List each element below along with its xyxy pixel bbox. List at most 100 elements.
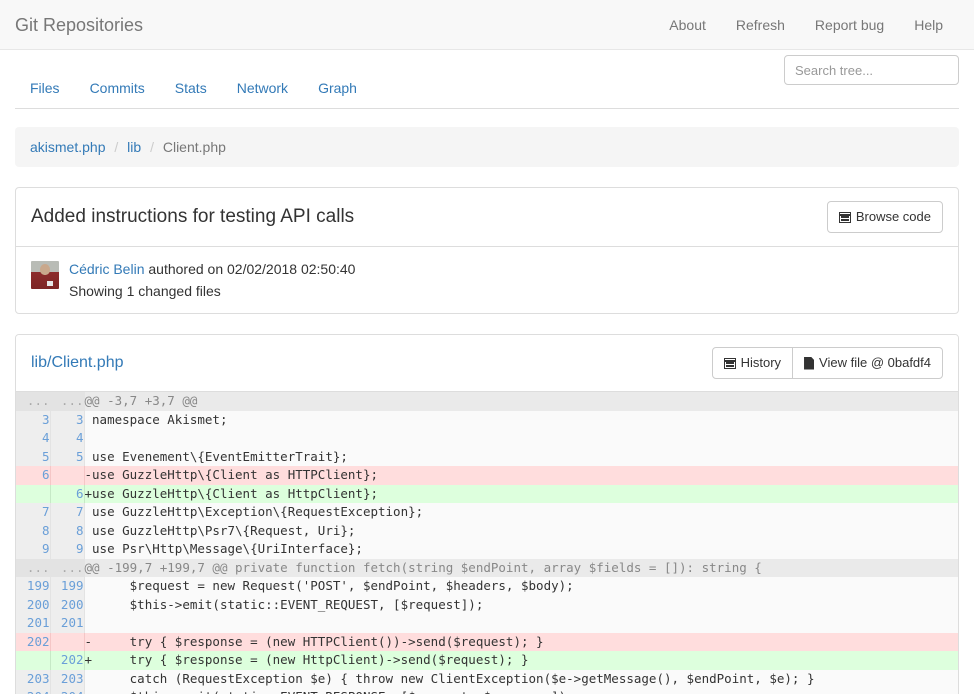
breadcrumb: akismet.php / lib / Client.php [15, 127, 959, 167]
tabs-section: Files Commits Stats Network Graph [0, 50, 974, 109]
diff-line-number-new: 9 [50, 540, 84, 559]
commit-panel-body: Cédric Belin authored on 02/02/2018 02:5… [16, 247, 958, 313]
breadcrumb-item-repo[interactable]: akismet.php [30, 139, 105, 155]
changed-files-text: Showing 1 changed files [69, 281, 355, 301]
file-diff-card: lib/Client.php History View file @ 0bafd… [15, 334, 959, 694]
diff-line-number-new: ... [50, 559, 84, 578]
browse-code-label: Browse code [856, 208, 931, 226]
diff-line-number-new: 4 [50, 429, 84, 448]
diff-line-number-new: 199 [50, 577, 84, 596]
diff-code-cell: +use GuzzleHttp\{Client as HttpClient}; [84, 485, 958, 504]
diff-code-cell: -use GuzzleHttp\{Client as HTTPClient}; [84, 466, 958, 485]
tabs-row: Files Commits Stats Network Graph [15, 68, 959, 109]
breadcrumb-item-lib[interactable]: lib [127, 139, 141, 155]
commit-title: Added instructions for testing API calls [31, 205, 354, 229]
diff-line-number-new: 200 [50, 596, 84, 615]
diff-line-number-new: 7 [50, 503, 84, 522]
file-path-link[interactable]: lib/Client.php [31, 352, 124, 374]
breadcrumb-separator: / [145, 139, 159, 155]
diff-row-ctx: 99 use Psr\Http\Message\{UriInterface}; [16, 540, 958, 559]
diff-line-number-old: 202 [16, 633, 50, 652]
diff-code-cell [84, 614, 958, 633]
diff-line-number-new: 201 [50, 614, 84, 633]
navbar-links: About Refresh Report bug Help [654, 17, 959, 33]
nav-link-report-bug[interactable]: Report bug [800, 17, 899, 33]
diff-line-number-new: 6 [50, 485, 84, 504]
history-label: History [741, 354, 781, 372]
top-navbar: Git Repositories About Refresh Report bu… [0, 0, 974, 50]
commit-author-link[interactable]: Cédric Belin [69, 261, 144, 277]
diff-line-number-old: 3 [16, 411, 50, 430]
diff-code-cell: use GuzzleHttp\Exception\{RequestExcepti… [84, 503, 958, 522]
nav-link-about[interactable]: About [654, 17, 721, 33]
diff-line-number-new: 3 [50, 411, 84, 430]
diff-row-ctx: 199199 $request = new Request('POST', $e… [16, 577, 958, 596]
diff-line-number-old: 7 [16, 503, 50, 522]
window-list-icon [724, 358, 736, 369]
diff-row-ctx: 44 [16, 429, 958, 448]
app-brand[interactable]: Git Repositories [15, 15, 143, 35]
diff-line-number-old: 204 [16, 688, 50, 694]
view-file-button[interactable]: View file @ 0bafdf4 [792, 347, 943, 379]
tab-stats[interactable]: Stats [160, 68, 222, 108]
diff-row-del: 6 -use GuzzleHttp\{Client as HTTPClient}; [16, 466, 958, 485]
search-input[interactable] [784, 55, 959, 85]
diff-row-ctx: 201201 [16, 614, 958, 633]
diff-line-number-old: 199 [16, 577, 50, 596]
diff-scroll-container[interactable]: ......@@ -3,7 +3,7 @@33 namespace Akisme… [16, 392, 958, 694]
diff-line-number-old: 201 [16, 614, 50, 633]
commit-authored-text: authored on 02/02/2018 02:50:40 [144, 261, 355, 277]
diff-code-cell: $request = new Request('POST', $endPoint… [84, 577, 958, 596]
breadcrumb-item-current: Client.php [163, 139, 226, 155]
tab-network[interactable]: Network [222, 68, 303, 108]
breadcrumb-separator: / [109, 139, 123, 155]
diff-table-body: ......@@ -3,7 +3,7 @@33 namespace Akisme… [16, 392, 958, 694]
tab-commits[interactable]: Commits [75, 68, 160, 108]
browse-code-button[interactable]: Browse code [827, 201, 943, 233]
avatar [31, 261, 59, 289]
diff-row-ctx: 88 use GuzzleHttp\Psr7\{Request, Uri}; [16, 522, 958, 541]
diff-line-number-old [16, 485, 50, 504]
diff-row-hunk: ......@@ -3,7 +3,7 @@ [16, 392, 958, 411]
file-actions: History View file @ 0bafdf4 [712, 347, 943, 379]
commit-author-line: Cédric Belin authored on 02/02/2018 02:5… [69, 259, 355, 279]
view-file-label: View file @ 0bafdf4 [819, 354, 931, 372]
diff-line-number-old: 6 [16, 466, 50, 485]
window-list-icon [839, 212, 851, 223]
diff-row-ctx: 33 namespace Akismet; [16, 411, 958, 430]
diff-line-number-old: ... [16, 559, 50, 578]
diff-line-number-old: 4 [16, 429, 50, 448]
diff-row-ctx: 204204 $this->emit(static::EVENT_RESPONS… [16, 688, 958, 694]
diff-line-number-new: 204 [50, 688, 84, 694]
diff-line-number-old: 5 [16, 448, 50, 467]
file-icon [804, 357, 814, 370]
diff-line-number-new: ... [50, 392, 84, 411]
diff-code-cell [84, 429, 958, 448]
tab-files[interactable]: Files [15, 68, 75, 108]
diff-line-number-new: 202 [50, 651, 84, 670]
diff-code-cell: $this->emit(static::EVENT_REQUEST, [$req… [84, 596, 958, 615]
diff-line-number-new [50, 633, 84, 652]
diff-line-number-old: 9 [16, 540, 50, 559]
nav-link-refresh[interactable]: Refresh [721, 17, 800, 33]
tab-graph[interactable]: Graph [303, 68, 372, 108]
diff-row-del: 202- try { $response = (new HTTPClient()… [16, 633, 958, 652]
diff-row-add: 202+ try { $response = (new HttpClient)-… [16, 651, 958, 670]
diff-code-cell: @@ -3,7 +3,7 @@ [84, 392, 958, 411]
history-button[interactable]: History [712, 347, 793, 379]
diff-line-number-new: 8 [50, 522, 84, 541]
diff-line-number-new: 203 [50, 670, 84, 689]
nav-link-help[interactable]: Help [899, 17, 959, 33]
commit-meta: Cédric Belin authored on 02/02/2018 02:5… [69, 259, 355, 301]
diff-line-number-new [50, 466, 84, 485]
diff-code-cell: @@ -199,7 +199,7 @@ private function fet… [84, 559, 958, 578]
diff-code-cell: $this->emit(static::EVENT_RESPONSE, [$re… [84, 688, 958, 694]
diff-code-cell: use Psr\Http\Message\{UriInterface}; [84, 540, 958, 559]
diff-line-number-old: ... [16, 392, 50, 411]
diff-line-number-old: 200 [16, 596, 50, 615]
diff-row-ctx: 77 use GuzzleHttp\Exception\{RequestExce… [16, 503, 958, 522]
diff-row-add: 6+use GuzzleHttp\{Client as HttpClient}; [16, 485, 958, 504]
commit-panel-header: Added instructions for testing API calls… [16, 188, 958, 247]
diff-code-cell: namespace Akismet; [84, 411, 958, 430]
diff-line-number-old: 8 [16, 522, 50, 541]
